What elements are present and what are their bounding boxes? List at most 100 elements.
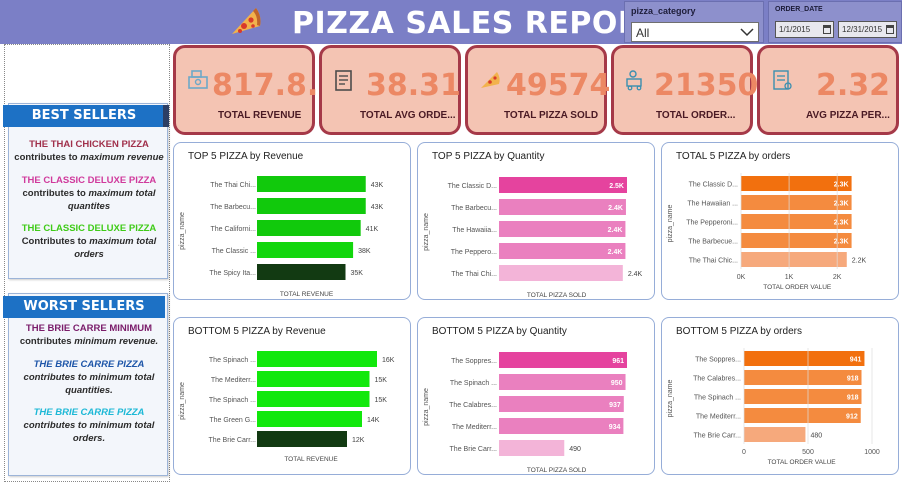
data-label: 918 bbox=[847, 395, 859, 402]
category-label: The Thai Chic... bbox=[689, 258, 738, 265]
data-label: 961 bbox=[612, 358, 624, 365]
total-orders-bar-chart: pizza_name The Classic D... 2.3K The Hawaii… bbox=[667, 173, 867, 291]
bar bbox=[499, 396, 624, 412]
chart-bottom-revenue[interactable]: BOTTOM 5 PIZZA by Revenue pizza_name The … bbox=[173, 317, 411, 475]
data-label: 2.3K bbox=[834, 182, 849, 189]
category-label: The Spinach ... bbox=[694, 395, 741, 402]
best-seller-note: THE THAI CHICKEN PIZZA contributes to ma… bbox=[14, 139, 164, 163]
calendar-icon[interactable] bbox=[886, 25, 894, 34]
date-start-value: 1/1/2015 bbox=[779, 25, 811, 34]
bar bbox=[744, 427, 806, 442]
category-label: The Barbecu... bbox=[451, 205, 497, 212]
bottom-orders-bar-chart: pizza_name The Soppres... 941 The Calabres.… bbox=[667, 348, 880, 466]
bar bbox=[744, 370, 862, 385]
bar bbox=[257, 242, 354, 258]
data-label: 43K bbox=[371, 182, 384, 189]
order-date-slicer: ORDER_DATE 1/1/2015 12/31/2015 bbox=[768, 1, 902, 43]
date-start-input[interactable]: 1/1/2015 bbox=[775, 21, 834, 38]
top-quantity-bar-chart: pizza_name The Classic D... 2.5K The Barbec… bbox=[423, 177, 643, 299]
y-axis-title: pizza_name bbox=[667, 380, 674, 418]
date-end-input[interactable]: 12/31/2015 bbox=[838, 21, 897, 38]
data-label: 2.4K bbox=[608, 249, 623, 256]
category-label: The Green G... bbox=[209, 417, 256, 424]
category-label: The Barbecue... bbox=[688, 239, 738, 246]
x-tick-label: 1K bbox=[785, 274, 794, 281]
bar bbox=[257, 220, 361, 236]
kpi-value: 2.32 bbox=[816, 68, 891, 103]
category-label: The Mediterr... bbox=[696, 414, 741, 421]
kpi-total-revenue: 817.8... TOTAL REVENUE bbox=[173, 45, 341, 135]
chart-bottom-quantity[interactable]: BOTTOM 5 PIZZA by Quantity pizza_name The… bbox=[417, 317, 655, 475]
date-end-value: 12/31/2015 bbox=[842, 25, 883, 34]
calendar-icon[interactable] bbox=[823, 25, 831, 34]
best-seller-name: THE CLASSIC DELUXE PIZZA bbox=[21, 223, 157, 234]
data-label: 15K bbox=[375, 397, 388, 404]
y-axis-title: pizza_name bbox=[423, 388, 430, 426]
category-label: The Classic D... bbox=[448, 183, 497, 190]
pizza-category-label: pizza_category bbox=[631, 6, 696, 16]
bar bbox=[499, 199, 626, 215]
bottom-revenue-bar-chart: pizza_name The Spinach ... 16K The Mediterr… bbox=[179, 351, 395, 463]
chart-top-quantity[interactable]: TOP 5 PIZZA by Quantity pizza_name The Cl… bbox=[417, 142, 655, 300]
page-title: PIZZA SALES REPORT bbox=[292, 6, 662, 41]
x-tick-label: 1000 bbox=[864, 449, 880, 456]
bar bbox=[499, 374, 626, 390]
data-label: 16K bbox=[382, 357, 395, 364]
chart-total-orders[interactable]: TOTAL 5 PIZZA by orders pizza_name The Cl… bbox=[661, 142, 899, 300]
x-axis-title: TOTAL ORDER VALUE bbox=[768, 459, 837, 466]
bar bbox=[257, 371, 370, 387]
kpi-label: TOTAL AVG ORDE... bbox=[360, 110, 456, 121]
top-revenue-bar-chart: pizza_name The Thai Chi... 43K The Barbecu.… bbox=[179, 176, 384, 298]
category-label: The Spicy Ita... bbox=[209, 270, 256, 277]
data-label: 490 bbox=[569, 446, 581, 453]
category-label: The Spinach ... bbox=[209, 357, 256, 364]
category-label: The Classic D... bbox=[689, 182, 738, 189]
best-seller-name: THE THAI CHICKEN PIZZA bbox=[29, 139, 149, 150]
category-label: The Brie Carr... bbox=[450, 446, 498, 453]
category-label: The Pepperо... bbox=[451, 249, 497, 256]
bar bbox=[257, 391, 370, 407]
category-label: The Barbecu... bbox=[210, 204, 256, 211]
pizza-logo-icon bbox=[232, 8, 261, 34]
bar bbox=[257, 198, 366, 214]
data-label: 2.3K bbox=[834, 239, 849, 246]
category-label: The Brie Carr... bbox=[209, 437, 257, 444]
best-sellers-title: BEST SELLERS bbox=[3, 105, 169, 127]
worst-seller-note: THE BRIE CARRE PIZZA contributes to mini… bbox=[13, 358, 165, 397]
best-seller-note: THE CLASSIC DELUXE PIZZA contributes to … bbox=[13, 174, 165, 213]
pizza-category-dropdown[interactable]: All bbox=[631, 22, 759, 42]
bar bbox=[499, 177, 627, 193]
bar bbox=[744, 351, 865, 366]
data-label: 480 bbox=[810, 433, 822, 440]
bar bbox=[499, 243, 626, 259]
bar bbox=[499, 265, 623, 281]
chevron-down-icon[interactable] bbox=[740, 26, 754, 38]
bar bbox=[257, 264, 346, 280]
data-label: 934 bbox=[609, 424, 621, 431]
bar bbox=[499, 440, 565, 456]
bar bbox=[257, 411, 362, 427]
best-seller-name: THE CLASSIC DELUXE PIZZA bbox=[21, 175, 157, 186]
data-label: 950 bbox=[611, 380, 623, 387]
bottom-quantity-bar-chart: pizza_name The Soppres... 961 The Spinach .… bbox=[423, 352, 627, 474]
cash-register-icon bbox=[188, 70, 208, 89]
worst-sellers-title: WORST SELLERS bbox=[3, 296, 165, 318]
x-tick-label: 0 bbox=[742, 449, 746, 456]
data-label: 2.5K bbox=[609, 183, 624, 190]
category-label: The Calabres... bbox=[449, 402, 497, 409]
data-label: 35K bbox=[351, 270, 364, 277]
kpi-avg-pizza-per-order: 2.32 AVG PIZZA PER... bbox=[757, 45, 899, 135]
y-axis-title: pizza_name bbox=[667, 205, 674, 243]
chart-bottom-orders[interactable]: BOTTOM 5 PIZZA by orders pizza_name The S… bbox=[661, 317, 899, 475]
x-tick-label: 2K bbox=[833, 274, 842, 281]
data-label: 2.4K bbox=[608, 227, 623, 234]
bar bbox=[257, 176, 366, 192]
delivery-icon bbox=[626, 70, 642, 91]
report-header: PIZZA SALES REPORT bbox=[0, 0, 902, 44]
category-label: The Soppres... bbox=[451, 358, 497, 365]
data-label: 15K bbox=[375, 377, 388, 384]
chart-top-revenue[interactable]: TOP 5 PIZZA by Revenue pizza_name The Tha… bbox=[173, 142, 411, 300]
category-label: The Soppres... bbox=[695, 357, 741, 364]
bar bbox=[499, 221, 626, 237]
clipboard-icon bbox=[335, 70, 352, 91]
